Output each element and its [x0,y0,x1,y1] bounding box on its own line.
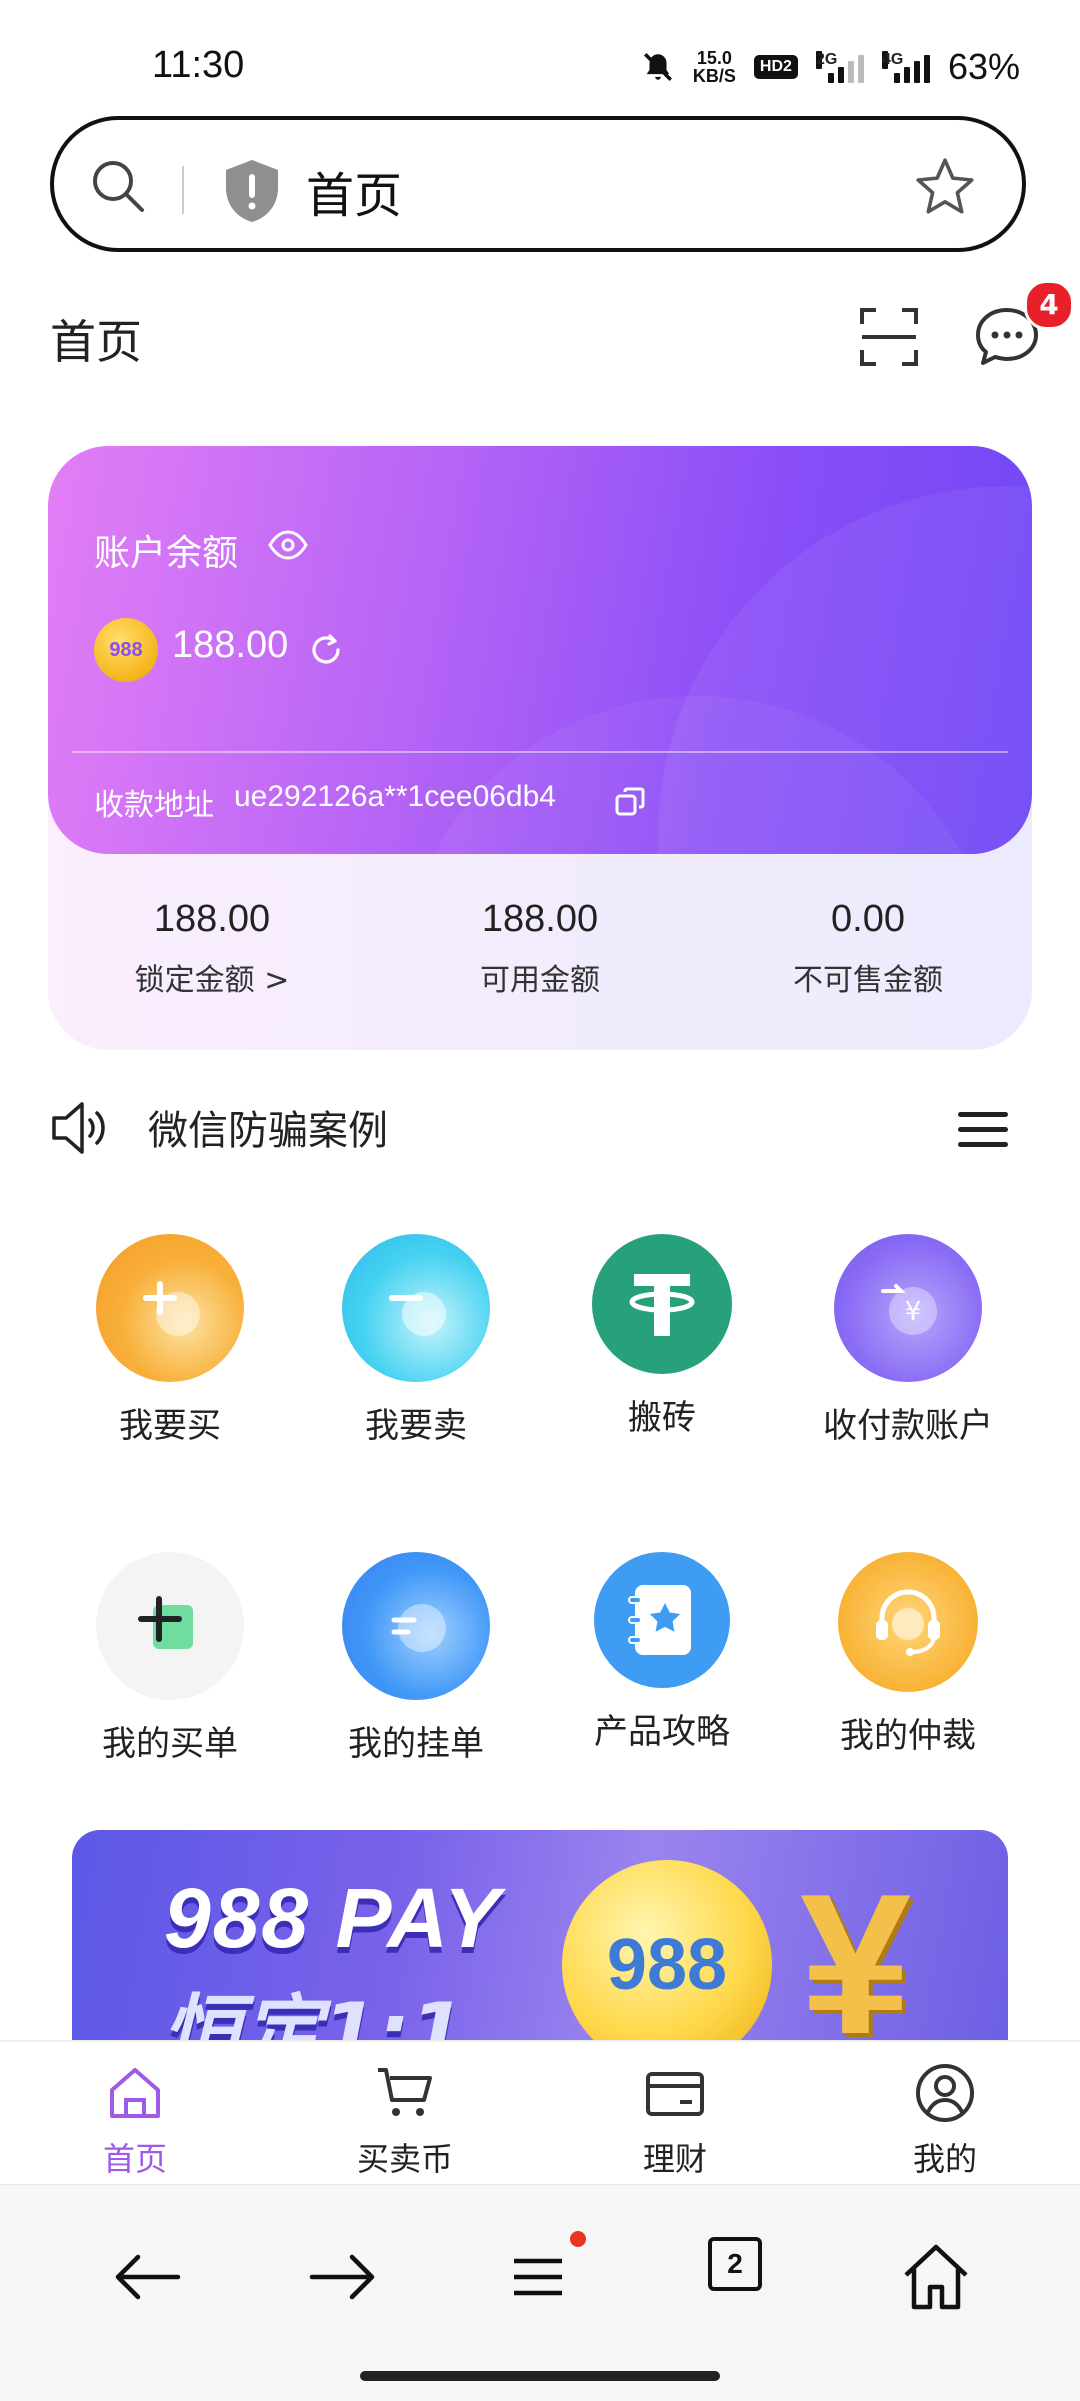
stat-locked[interactable]: 188.00 锁定金额 > [48,898,376,999]
home-icon [110,2068,160,2118]
card-divider [72,751,1008,753]
grid-my-orders[interactable]: 我的挂单 [306,1552,526,1765]
status-bar: 11:30 15.0 KB/S HD2 2G 4G 63% [0,0,1080,110]
my-buy-icon [96,1552,244,1700]
address-bar[interactable]: 首页 [50,116,1026,252]
mute-bell-icon [643,52,672,82]
grid-accounts[interactable]: ¥ 收付款账户 [798,1234,1018,1447]
menu-icon[interactable] [956,1108,1010,1152]
tab-label: 理财 [642,2140,707,2178]
stat-label: 不可售金额 [793,963,943,998]
eye-icon[interactable] [268,528,308,562]
wallet-icon [646,2072,704,2116]
signal-1-icon: 2G [815,51,864,83]
browser-nav-bar: 2 [0,2184,1080,2401]
net-speed: 15.0 KB/S [692,48,736,86]
sell-icon [342,1234,490,1382]
grid-tether[interactable]: 搬砖 [552,1234,772,1439]
banner-yen-icon: ¥ [800,1853,912,2040]
my-order-icon [342,1552,490,1700]
grid-label: 我的买单 [102,1724,238,1764]
address-divider [182,166,184,214]
grid-label: 收付款账户 [823,1406,993,1446]
notice-text[interactable]: 微信防骗案例 [148,1098,388,1156]
support-icon [838,1552,978,1692]
banner-title: 988 PAY [164,1871,502,1965]
balance-amount: 188.00 [172,624,289,666]
search-icon[interactable] [86,154,150,218]
tab-label: 买卖币 [356,2140,453,2178]
user-icon [916,2064,974,2122]
coin-logo-icon: 988 [94,618,158,682]
bookmark-star-icon[interactable] [912,154,978,220]
stat-value: 188.00 [481,898,599,940]
stat-unsellable: 0.00 不可售金额 [704,898,1032,999]
buy-icon [96,1234,244,1382]
speaker-icon [52,1102,105,1154]
bottom-tab-bar: 首页 买卖币 理财 我的 [0,2040,1080,2186]
home-nav-icon[interactable] [896,2237,976,2317]
forward-arrow-icon[interactable] [302,2237,382,2317]
shield-warning-icon[interactable] [222,158,282,224]
balance-card: 账户余额 988 188.00 收款地址 ue292126a**1cee06db… [48,446,1032,854]
scan-icon[interactable] [858,306,920,368]
tab-mine[interactable]: 我的 [810,2042,1080,2186]
stat-value: 188.00 [153,898,271,940]
hd-badge: HD2 [753,55,798,79]
browser-menu-icon[interactable] [498,2237,578,2317]
refresh-icon[interactable] [308,632,344,668]
message-badge: 4 [1024,280,1074,330]
tab-finance[interactable]: 理财 [540,2042,810,2186]
address-label: 收款地址 [94,788,214,823]
stat-label: 可用金额 [480,963,600,998]
promo-banner[interactable]: 988 PAY 恒定1:1 988 ¥ [72,1830,1008,2040]
status-time: 11:30 [152,44,245,86]
grid-label: 产品攻略 [594,1712,730,1752]
tab-home[interactable]: 首页 [0,2042,270,2186]
grid-label: 我的挂单 [348,1724,484,1764]
tabs-count-button[interactable]: 2 [708,2237,762,2291]
exchange-icon: ¥ [834,1234,982,1382]
banner-subtitle: 恒定1:1 [162,1986,466,2040]
notification-dot [570,2231,586,2247]
address-value: ue292126a**1cee06db4 [234,780,556,813]
grid-label: 我的仲裁 [840,1716,976,1756]
copy-icon[interactable] [614,786,646,818]
svg-text:¥: ¥ [905,1297,922,1327]
grid-label: 搬砖 [628,1398,696,1438]
grid-sell[interactable]: 我要卖 [306,1234,526,1447]
page-title: 首页 [50,315,142,369]
balance-label: 账户余额 [94,533,239,574]
grid-label: 我要买 [119,1406,221,1446]
grid-buy[interactable]: 我要买 [60,1234,280,1447]
battery-level: 63% [947,46,1020,87]
address-title[interactable]: 首页 [306,156,402,226]
home-indicator[interactable] [360,2371,720,2381]
back-arrow-icon[interactable] [108,2237,188,2317]
grid-my-buy[interactable]: 我的买单 [60,1552,280,1765]
banner-coin-icon: 988 [562,1860,772,2040]
grid-arbitration[interactable]: 我的仲裁 [798,1552,1018,1757]
stat-available: 188.00 可用金额 [376,898,704,999]
status-icons: 15.0 KB/S HD2 2G 4G 63% [641,46,1020,88]
tether-icon [592,1234,732,1374]
grid-label: 我要卖 [365,1406,467,1446]
guide-icon [594,1552,730,1688]
tab-trade[interactable]: 买卖币 [270,2042,540,2186]
stat-value: 0.00 [831,898,905,940]
stat-label: 锁定金额 > [134,963,290,998]
tab-label: 首页 [102,2140,167,2178]
signal-2-icon: 4G [881,51,930,83]
grid-guide[interactable]: 产品攻略 [552,1552,772,1753]
cart-icon [378,2068,432,2116]
tab-label: 我的 [912,2140,977,2178]
